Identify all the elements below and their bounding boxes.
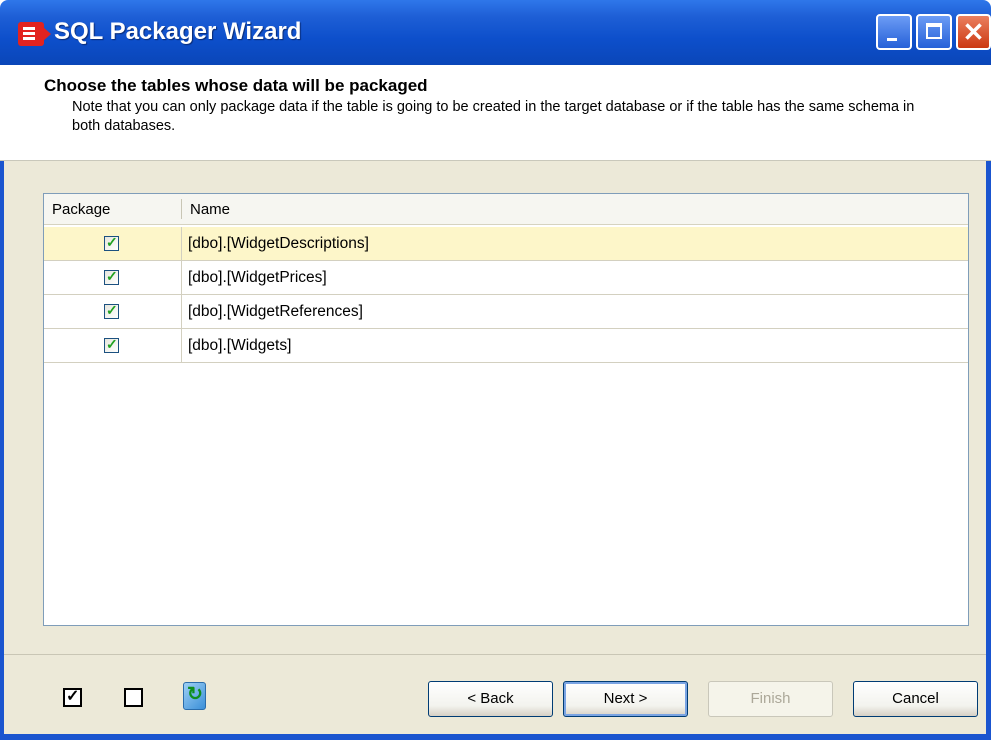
cancel-button[interactable]: Cancel [853, 681, 978, 717]
window-border-right [986, 161, 991, 740]
package-cell: ✓ [44, 261, 182, 294]
table-name: [dbo].[WidgetReferences] [188, 303, 363, 320]
back-button[interactable]: < Back [428, 681, 553, 717]
wizard-header: Choose the tables whose data will be pac… [0, 65, 991, 161]
package-checkbox[interactable]: ✓ [104, 268, 119, 285]
package-cell: ✓ [44, 295, 182, 328]
refresh-icon[interactable]: ↻ [183, 682, 206, 710]
check-icon: ✓ [106, 336, 118, 352]
next-button[interactable]: Next > [563, 681, 688, 717]
page-heading: Choose the tables whose data will be pac… [44, 76, 428, 95]
table-row[interactable]: ✓ [dbo].[Widgets] [44, 329, 968, 363]
column-header-package[interactable]: Package [52, 201, 110, 218]
select-none-checkbox-icon[interactable] [124, 688, 143, 707]
check-icon: ✓ [106, 268, 118, 284]
minimize-icon [887, 38, 897, 41]
minimize-button[interactable] [876, 14, 912, 50]
table-name: [dbo].[WidgetDescriptions] [188, 235, 369, 252]
package-cell: ✓ [44, 227, 182, 260]
close-button[interactable]: ✕ [956, 14, 991, 50]
close-icon: ✕ [962, 17, 985, 47]
package-checkbox[interactable]: ✓ [104, 336, 119, 353]
column-separator[interactable] [181, 199, 182, 219]
package-checkbox[interactable]: ✓ [104, 234, 119, 251]
table-name: [dbo].[Widgets] [188, 337, 292, 354]
package-checkbox[interactable]: ✓ [104, 302, 119, 319]
tables-grid[interactable]: Package Name ✓ [dbo].[WidgetDescriptions… [43, 193, 969, 626]
check-icon: ✓ [106, 302, 118, 318]
maximize-icon [926, 23, 942, 39]
grid-header: Package Name [44, 194, 968, 225]
select-all-checkbox-icon[interactable]: ✓ [63, 688, 82, 707]
maximize-button[interactable] [916, 14, 952, 50]
table-row[interactable]: ✓ [dbo].[WidgetDescriptions] [44, 227, 968, 261]
finish-button[interactable]: Finish [708, 681, 833, 717]
package-cell: ✓ [44, 329, 182, 362]
table-row[interactable]: ✓ [dbo].[WidgetReferences] [44, 295, 968, 329]
check-icon: ✓ [106, 234, 118, 250]
page-note: Note that you can only package data if t… [72, 99, 915, 134]
table-name: [dbo].[WidgetPrices] [188, 269, 327, 286]
column-header-name[interactable]: Name [190, 201, 230, 218]
window-title: SQL Packager Wizard [54, 18, 302, 45]
footer-divider [4, 654, 986, 655]
app-icon [18, 22, 51, 46]
table-row[interactable]: ✓ [dbo].[WidgetPrices] [44, 261, 968, 295]
window-border-bottom [0, 734, 991, 740]
title-bar[interactable]: SQL Packager Wizard ✕ [0, 0, 991, 65]
